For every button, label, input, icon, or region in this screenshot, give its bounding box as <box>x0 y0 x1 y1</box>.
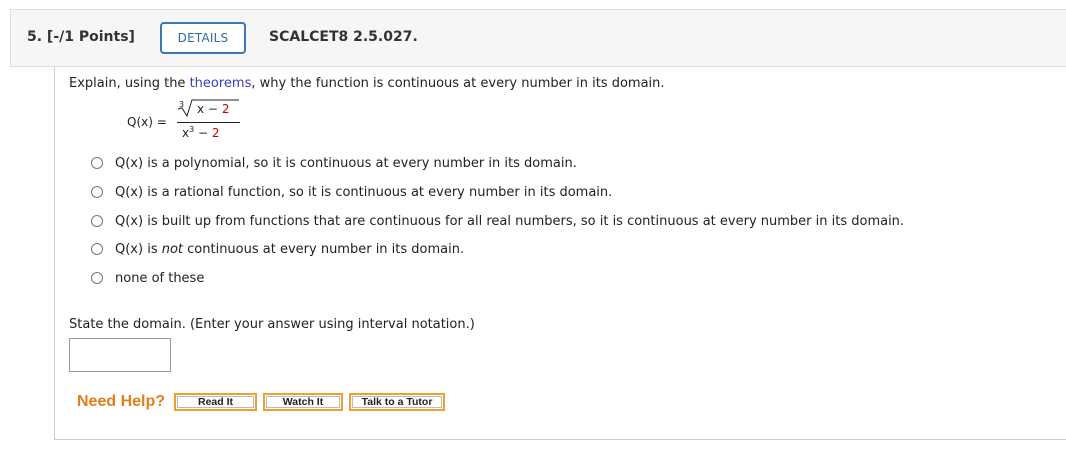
option-built-up[interactable]: Q(x) is built up from functions that are… <box>91 211 904 231</box>
domain-prompt: State the domain. (Enter your answer usi… <box>69 317 475 332</box>
question-number: 5. [-/1 Points] <box>27 29 135 45</box>
prompt-text-start: Explain, using the <box>69 76 190 91</box>
radio-button[interactable] <box>91 243 103 255</box>
theorems-link[interactable]: theorems <box>190 76 252 91</box>
question-header: 5. [-/1 Points] DETAILS SCALCET8 2.5.027… <box>10 9 1066 67</box>
fraction-bar <box>177 122 240 123</box>
formula-numerator: 3 x − 2 <box>177 97 241 117</box>
radio-button[interactable] <box>91 272 103 284</box>
formula-fraction: 3 x − 2 x3 − 2 <box>177 97 241 140</box>
radio-button[interactable] <box>91 215 103 227</box>
denominator-exponent: 3 <box>189 125 195 134</box>
option-not-continuous[interactable]: Q(x) is not continuous at every number i… <box>91 239 464 259</box>
option-polynomial[interactable]: Q(x) is a polynomial, so it is continuou… <box>91 153 577 173</box>
need-help-bar: Need Help? Read It Watch It Talk to a Tu… <box>77 393 451 411</box>
option-label: Q(x) is a polynomial, so it is continuou… <box>115 155 577 171</box>
talk-to-tutor-button[interactable]: Talk to a Tutor <box>349 393 446 411</box>
domain-answer-input[interactable] <box>69 338 171 372</box>
denominator-constant: 2 <box>211 126 220 140</box>
question-code: SCALCET8 2.5.027. <box>269 29 418 45</box>
read-it-button[interactable]: Read It <box>174 393 258 411</box>
details-button[interactable]: DETAILS <box>160 22 246 54</box>
option-label-emphasis: not <box>161 241 184 257</box>
numerator-variable: x − <box>197 102 218 116</box>
prompt-text-end: , why the function is continuous at ever… <box>251 76 665 91</box>
watch-it-button[interactable]: Watch It <box>263 393 344 411</box>
option-label: Q(x) is built up from functions that are… <box>115 213 905 229</box>
option-label: Q(x) is not continuous at every number i… <box>115 242 464 257</box>
denominator-operator: − <box>198 126 209 140</box>
question-prompt: Explain, using the theorems, why the fun… <box>69 76 665 91</box>
numerator-text: x − 2 <box>197 102 229 116</box>
question-body: Explain, using the theorems, why the fun… <box>54 67 1066 440</box>
option-none[interactable]: none of these <box>91 268 204 288</box>
formula-lhs: Q(x) = <box>127 115 167 129</box>
option-label: Q(x) is a rational function, so it is co… <box>115 184 613 200</box>
numerator-constant: 2 <box>221 102 230 116</box>
option-label: none of these <box>115 270 205 286</box>
option-label-end: continuous at every number in its domain… <box>183 241 465 257</box>
radio-button[interactable] <box>91 157 103 169</box>
radio-button[interactable] <box>91 186 103 198</box>
need-help-label: Need Help? <box>77 393 166 410</box>
option-rational[interactable]: Q(x) is a rational function, so it is co… <box>91 182 612 202</box>
option-label-start: Q(x) is <box>115 241 162 257</box>
formula-denominator: x3 − 2 <box>182 125 220 140</box>
